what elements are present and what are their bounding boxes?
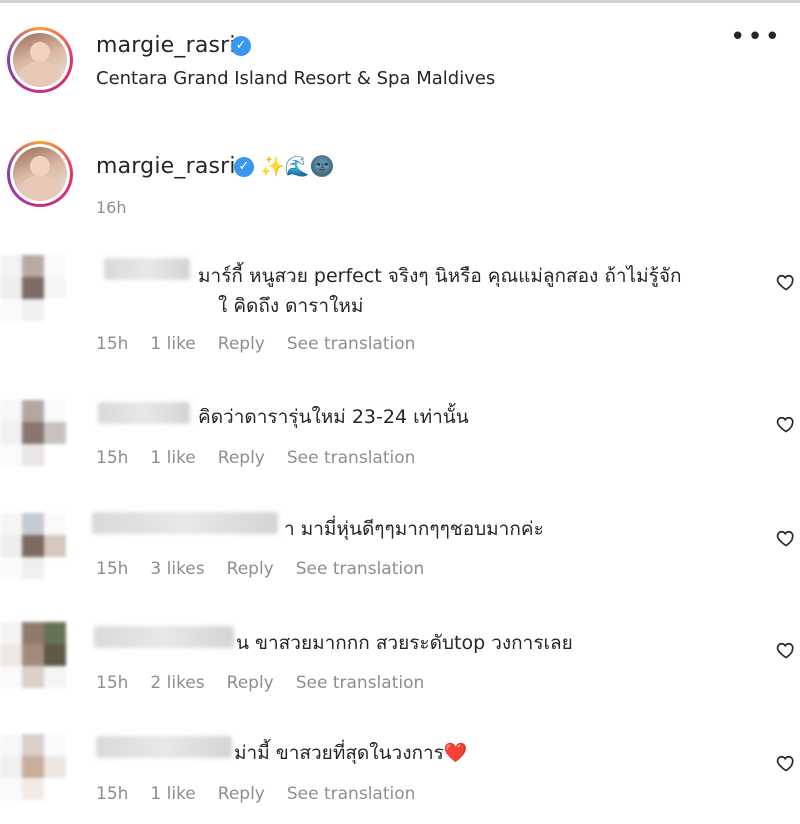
- see-translation-link[interactable]: See translation: [296, 673, 425, 693]
- comment-text: คิดว่าดารารุ่นใหม่ 23-24 เท่านั้น: [198, 406, 469, 428]
- like-heart-icon[interactable]: [776, 753, 796, 773]
- verified-badge-icon: ✓: [234, 157, 254, 177]
- comment-text: ม่ามี้ ขาสวยที่สุดในวงการ❤️: [234, 738, 468, 768]
- comment-meta: 15h 1 like Reply See translation: [96, 334, 437, 354]
- comment-text-line2: ใ คิดถึง ดาราใหม่: [218, 295, 364, 317]
- heart-emoji: ❤️: [443, 742, 468, 764]
- commenter-username-blurred[interactable]: [96, 736, 232, 758]
- caption-timestamp: 16h: [96, 198, 127, 217]
- like-heart-icon[interactable]: [776, 528, 796, 548]
- top-divider: [0, 0, 800, 3]
- reply-button[interactable]: Reply: [218, 784, 265, 804]
- comment-time: 15h: [96, 448, 129, 468]
- comment-meta: 15h 2 likes Reply See translation: [96, 673, 446, 693]
- comment-time: 15h: [96, 673, 129, 693]
- comment-time: 15h: [96, 559, 129, 579]
- comment-likes[interactable]: 2 likes: [150, 673, 204, 693]
- post-author-avatar[interactable]: [7, 27, 73, 93]
- commenter-username-blurred[interactable]: [94, 626, 234, 648]
- comment-time: 15h: [96, 784, 129, 804]
- commenter-avatar[interactable]: [0, 400, 66, 466]
- post-location[interactable]: Centara Grand Island Resort & Spa Maldiv…: [96, 68, 495, 89]
- comment-text: น ขาสวยมากกก สวยระดับtop วงการเลย: [236, 632, 573, 654]
- see-translation-link[interactable]: See translation: [287, 784, 416, 804]
- comment-likes[interactable]: 1 like: [150, 448, 195, 468]
- like-heart-icon[interactable]: [776, 414, 796, 434]
- like-heart-icon[interactable]: [776, 640, 796, 660]
- comment-likes[interactable]: 1 like: [150, 784, 195, 804]
- comment-text: า มามี่หุ่นดีๆๆมากๆๆชอบมากค่ะ: [284, 518, 544, 540]
- reply-button[interactable]: Reply: [227, 673, 274, 693]
- comment-text: มาร์กี้ หนูสวย perfect จริงๆ นิหรือ คุณแ…: [198, 265, 682, 287]
- commenter-username-blurred[interactable]: [98, 402, 190, 424]
- commenter-avatar[interactable]: [0, 622, 66, 688]
- like-heart-icon[interactable]: [776, 272, 796, 292]
- see-translation-link[interactable]: See translation: [296, 559, 425, 579]
- verified-badge-icon: ✓: [231, 36, 251, 56]
- see-translation-link[interactable]: See translation: [287, 448, 416, 468]
- comment-time: 15h: [96, 334, 129, 354]
- caption-author-username[interactable]: margie_rasri: [96, 154, 236, 179]
- caption-emojis: ✨🌊🌚: [260, 154, 335, 178]
- reply-button[interactable]: Reply: [218, 448, 265, 468]
- comment-likes[interactable]: 3 likes: [150, 559, 204, 579]
- reply-button[interactable]: Reply: [227, 559, 274, 579]
- see-translation-link[interactable]: See translation: [287, 334, 416, 354]
- post-author-username[interactable]: margie_rasri: [96, 33, 236, 58]
- comment-meta: 15h 3 likes Reply See translation: [96, 559, 446, 579]
- commenter-username-blurred[interactable]: [104, 258, 190, 280]
- commenter-avatar[interactable]: [0, 255, 66, 321]
- reply-button[interactable]: Reply: [218, 334, 265, 354]
- comment-meta: 15h 1 like Reply See translation: [96, 784, 437, 804]
- commenter-username-blurred[interactable]: [92, 512, 278, 534]
- caption-author-avatar[interactable]: [7, 141, 73, 207]
- comment-text-body: ม่ามี้ ขาสวยที่สุดในวงการ: [234, 742, 444, 764]
- comment-meta: 15h 1 like Reply See translation: [96, 448, 437, 468]
- commenter-avatar[interactable]: [0, 513, 66, 579]
- more-options-button[interactable]: •••: [730, 24, 782, 50]
- comment-likes[interactable]: 1 like: [150, 334, 195, 354]
- commenter-avatar[interactable]: [0, 734, 66, 800]
